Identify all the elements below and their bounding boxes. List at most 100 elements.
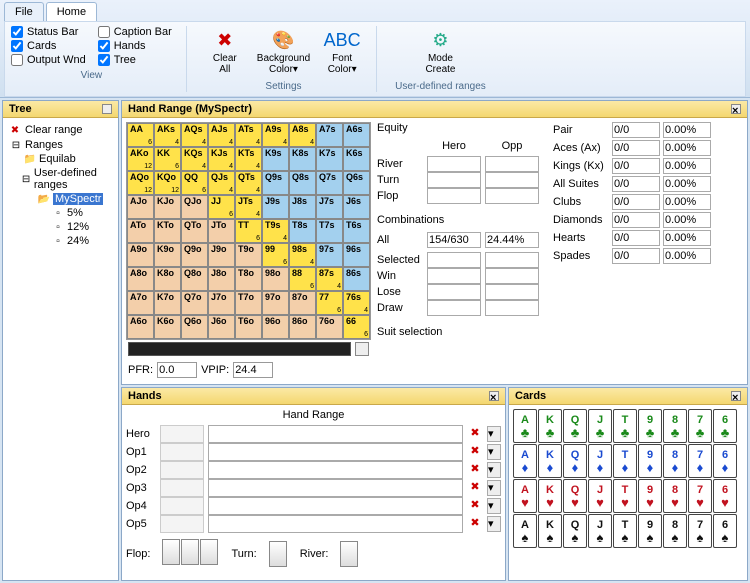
card-6♠[interactable]: 6♠ xyxy=(713,514,737,548)
hand-cell-76s[interactable]: 76s4 xyxy=(343,291,370,315)
card-K♥[interactable]: K♥ xyxy=(538,479,562,513)
hand-cell-T8o[interactable]: T8o xyxy=(235,267,262,291)
hand-cell-AKs[interactable]: AKs4 xyxy=(154,123,181,147)
hand-cell-T8s[interactable]: T8s xyxy=(289,219,316,243)
clear-icon[interactable]: ✖ xyxy=(467,462,483,478)
hand-cell-88[interactable]: 886 xyxy=(289,267,316,291)
card-9♦[interactable]: 9♦ xyxy=(638,444,662,478)
hand-cell-K9o[interactable]: K9o xyxy=(154,243,181,267)
card-A♠[interactable]: A♠ xyxy=(513,514,537,548)
hand-cell-T7s[interactable]: T7s xyxy=(316,219,343,243)
hand-cell-JTo[interactable]: JTo xyxy=(208,219,235,243)
hand-cell-QQ[interactable]: QQ6 xyxy=(181,171,208,195)
hand-cell-97s[interactable]: 97s xyxy=(316,243,343,267)
ribbon-btn[interactable]: ⚙ModeCreate xyxy=(420,26,460,77)
hand-cell-97o[interactable]: 97o xyxy=(262,291,289,315)
tree-node[interactable]: ▫12% xyxy=(7,220,114,234)
hand-cell-KK[interactable]: KK6 xyxy=(154,147,181,171)
ribbon-btn[interactable]: ABCFontColor▾ xyxy=(322,26,362,77)
card-6♣[interactable]: 6♣ xyxy=(713,409,737,443)
hand-cell-96s[interactable]: 96s xyxy=(343,243,370,267)
pin-icon[interactable] xyxy=(102,104,112,114)
hand-range-input[interactable] xyxy=(208,479,463,497)
hand-grid[interactable]: AA6AKs4AQs4AJs4ATs4A9s4A8s4A7sA6sAKo12KK… xyxy=(126,122,371,340)
hand-cell-JTs[interactable]: JTs4 xyxy=(235,195,262,219)
combo-input[interactable] xyxy=(485,300,539,316)
equity-hero-input[interactable] xyxy=(427,172,481,188)
hand-cell-98s[interactable]: 98s4 xyxy=(289,243,316,267)
card-J♦[interactable]: J♦ xyxy=(588,444,612,478)
card-6♥[interactable]: 6♥ xyxy=(713,479,737,513)
hand-cell-A7s[interactable]: A7s xyxy=(316,123,343,147)
hand-cell-K6o[interactable]: K6o xyxy=(154,315,181,339)
hand-cell-J9o[interactable]: J9o xyxy=(208,243,235,267)
tree-node[interactable]: 📂MySpectr xyxy=(7,192,114,206)
hand-cell-QJs[interactable]: QJs4 xyxy=(208,171,235,195)
card-7♠[interactable]: 7♠ xyxy=(688,514,712,548)
hand-cell-T6s[interactable]: T6s xyxy=(343,219,370,243)
hand-cell-A6o[interactable]: A6o xyxy=(127,315,154,339)
clear-icon[interactable]: ✖ xyxy=(467,498,483,514)
combo-input[interactable] xyxy=(485,268,539,284)
tree-node[interactable]: ⊟User-defined ranges xyxy=(7,166,114,192)
tree-node[interactable]: 📁Equilab xyxy=(7,152,114,166)
hand-cell-QTs[interactable]: QTs4 xyxy=(235,171,262,195)
card-T♥[interactable]: T♥ xyxy=(613,479,637,513)
card-6♦[interactable]: 6♦ xyxy=(713,444,737,478)
hand-cell-Q9s[interactable]: Q9s xyxy=(262,171,289,195)
card-T♠[interactable]: T♠ xyxy=(613,514,637,548)
card-A♦[interactable]: A♦ xyxy=(513,444,537,478)
hand-cell-Q6o[interactable]: Q6o xyxy=(181,315,208,339)
hand-cell-TT[interactable]: TT6 xyxy=(235,219,262,243)
card-A♥[interactable]: A♥ xyxy=(513,479,537,513)
card-8♦[interactable]: 8♦ xyxy=(663,444,687,478)
hand-range-input[interactable] xyxy=(208,461,463,479)
dropdown-icon[interactable]: ▾ xyxy=(487,444,501,460)
tree-node[interactable]: ▫5% xyxy=(7,206,114,220)
tree-node[interactable]: ▫24% xyxy=(7,234,114,248)
combo-input[interactable] xyxy=(427,252,481,268)
card-K♣[interactable]: K♣ xyxy=(538,409,562,443)
tab-home[interactable]: Home xyxy=(46,2,97,21)
card-K♠[interactable]: K♠ xyxy=(538,514,562,548)
card-A♣[interactable]: A♣ xyxy=(513,409,537,443)
card-9♣[interactable]: 9♣ xyxy=(638,409,662,443)
hand-cell-76o[interactable]: 76o xyxy=(316,315,343,339)
hand-cell-A6s[interactable]: A6s xyxy=(343,123,370,147)
view-check-cards[interactable]: Cards xyxy=(11,40,86,52)
hand-cell-KTo[interactable]: KTo xyxy=(154,219,181,243)
hand-cell-77[interactable]: 776 xyxy=(316,291,343,315)
close-icon[interactable]: × xyxy=(489,391,499,401)
clear-icon[interactable]: ✖ xyxy=(467,480,483,496)
hand-cell-AJs[interactable]: AJs4 xyxy=(208,123,235,147)
tree-node[interactable]: ⊟Ranges xyxy=(7,138,114,152)
combo-input[interactable] xyxy=(427,268,481,284)
card-T♣[interactable]: T♣ xyxy=(613,409,637,443)
dropdown-icon[interactable]: ▾ xyxy=(487,498,501,514)
card-9♠[interactable]: 9♠ xyxy=(638,514,662,548)
view-check-output-wnd[interactable]: Output Wnd xyxy=(11,54,86,66)
dropdown-icon[interactable]: ▾ xyxy=(487,426,501,442)
equity-opp-input[interactable] xyxy=(485,172,539,188)
hand-cell-T6o[interactable]: T6o xyxy=(235,315,262,339)
hand-cell-J7o[interactable]: J7o xyxy=(208,291,235,315)
combo-input[interactable] xyxy=(485,252,539,268)
combo-input[interactable] xyxy=(427,300,481,316)
pfr-input[interactable] xyxy=(157,362,197,378)
card-Q♠[interactable]: Q♠ xyxy=(563,514,587,548)
tab-file[interactable]: File xyxy=(4,2,44,21)
hand-cell-KTs[interactable]: KTs4 xyxy=(235,147,262,171)
hand-range-input[interactable] xyxy=(208,497,463,515)
hand-cell-A7o[interactable]: A7o xyxy=(127,291,154,315)
hand-cell-A8s[interactable]: A8s4 xyxy=(289,123,316,147)
hand-cell-87o[interactable]: 87o xyxy=(289,291,316,315)
river-slot[interactable] xyxy=(340,541,358,567)
hand-range-input[interactable] xyxy=(208,515,463,533)
equity-opp-input[interactable] xyxy=(485,188,539,204)
hand-range-input[interactable] xyxy=(208,443,463,461)
view-check-tree[interactable]: Tree xyxy=(98,54,172,66)
view-check-hands[interactable]: Hands xyxy=(98,40,172,52)
flop-slot[interactable] xyxy=(162,539,180,565)
hand-cell-Q9o[interactable]: Q9o xyxy=(181,243,208,267)
hand-cell-66[interactable]: 666 xyxy=(343,315,370,339)
